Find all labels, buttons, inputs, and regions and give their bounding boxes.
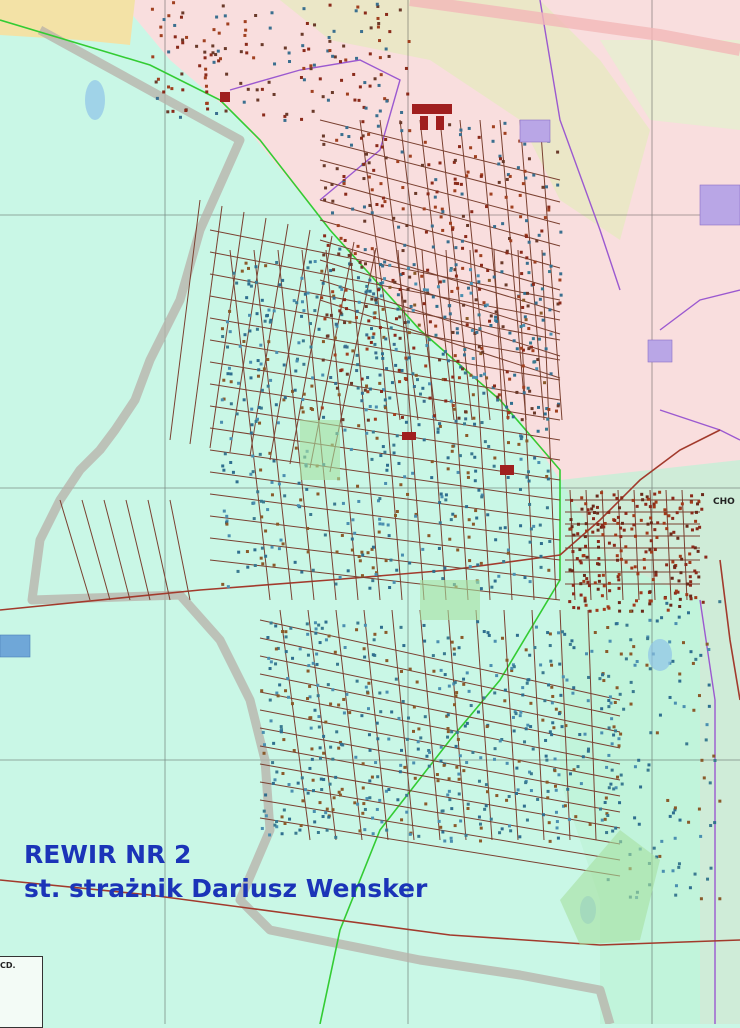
legend-box: CD. <box>0 956 43 1028</box>
district-warden: st. strażnik Dariusz Wensker <box>24 874 428 903</box>
legend-label: CD. <box>0 961 16 970</box>
pond <box>0 634 31 658</box>
district-caption: REWIR NR 2 st. strażnik Dariusz Wensker <box>24 838 427 906</box>
district-title: REWIR NR 2 <box>24 840 192 869</box>
town-label: CHO <box>713 497 735 507</box>
